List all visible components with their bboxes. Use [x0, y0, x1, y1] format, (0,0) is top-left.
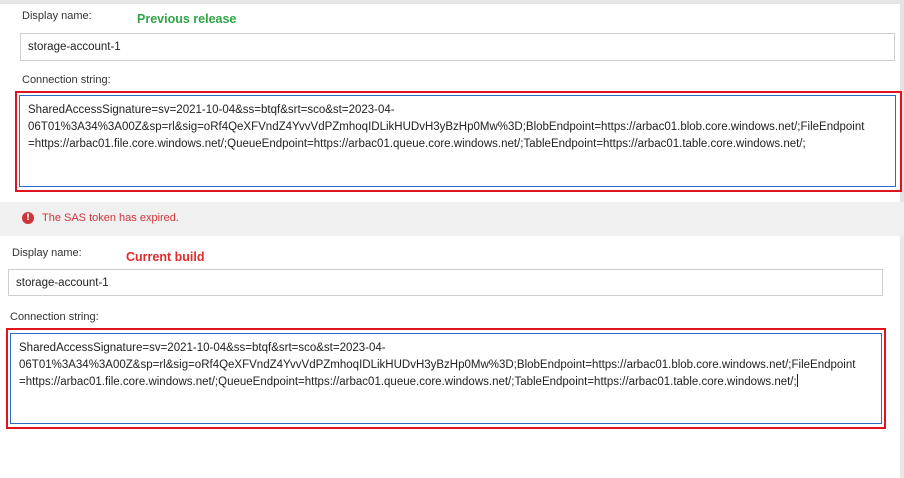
- display-name-input[interactable]: storage-account-1: [8, 269, 883, 296]
- scrollbar-edge: [900, 236, 904, 478]
- connection-line: 06T01%3A34%3A00Z&sp=rl&sig=oRf4QeXFVndZ4…: [28, 121, 865, 133]
- display-name-label: Display name:: [12, 247, 82, 259]
- connection-line: SharedAccessSignature=sv=2021-10-04&ss=b…: [19, 342, 386, 354]
- previous-release-tag: Previous release: [137, 12, 237, 26]
- connection-line: =https://arbac01.file.core.windows.net/;…: [19, 374, 798, 388]
- connection-string-textarea[interactable]: SharedAccessSignature=sv=2021-10-04&ss=b…: [19, 95, 896, 187]
- connection-line: 06T01%3A34%3A00Z&sp=rl&sig=oRf4QeXFVndZ4…: [19, 359, 856, 371]
- error-message: The SAS token has expired.: [42, 212, 179, 224]
- error-circle-icon: !: [22, 212, 34, 224]
- connection-string-label: Connection string:: [10, 311, 99, 323]
- display-name-input[interactable]: storage-account-1: [20, 33, 895, 61]
- text-caret: [796, 374, 798, 387]
- connection-string-textarea[interactable]: SharedAccessSignature=sv=2021-10-04&ss=b…: [10, 333, 882, 424]
- current-build-tag: Current build: [126, 250, 205, 264]
- connection-line: SharedAccessSignature=sv=2021-10-04&ss=b…: [28, 104, 395, 116]
- connection-line: =https://arbac01.file.core.windows.net/;…: [28, 138, 806, 150]
- connection-string-label: Connection string:: [22, 74, 111, 86]
- display-name-label: Display name:: [22, 10, 92, 22]
- sas-expired-error: ! The SAS token has expired.: [22, 212, 179, 224]
